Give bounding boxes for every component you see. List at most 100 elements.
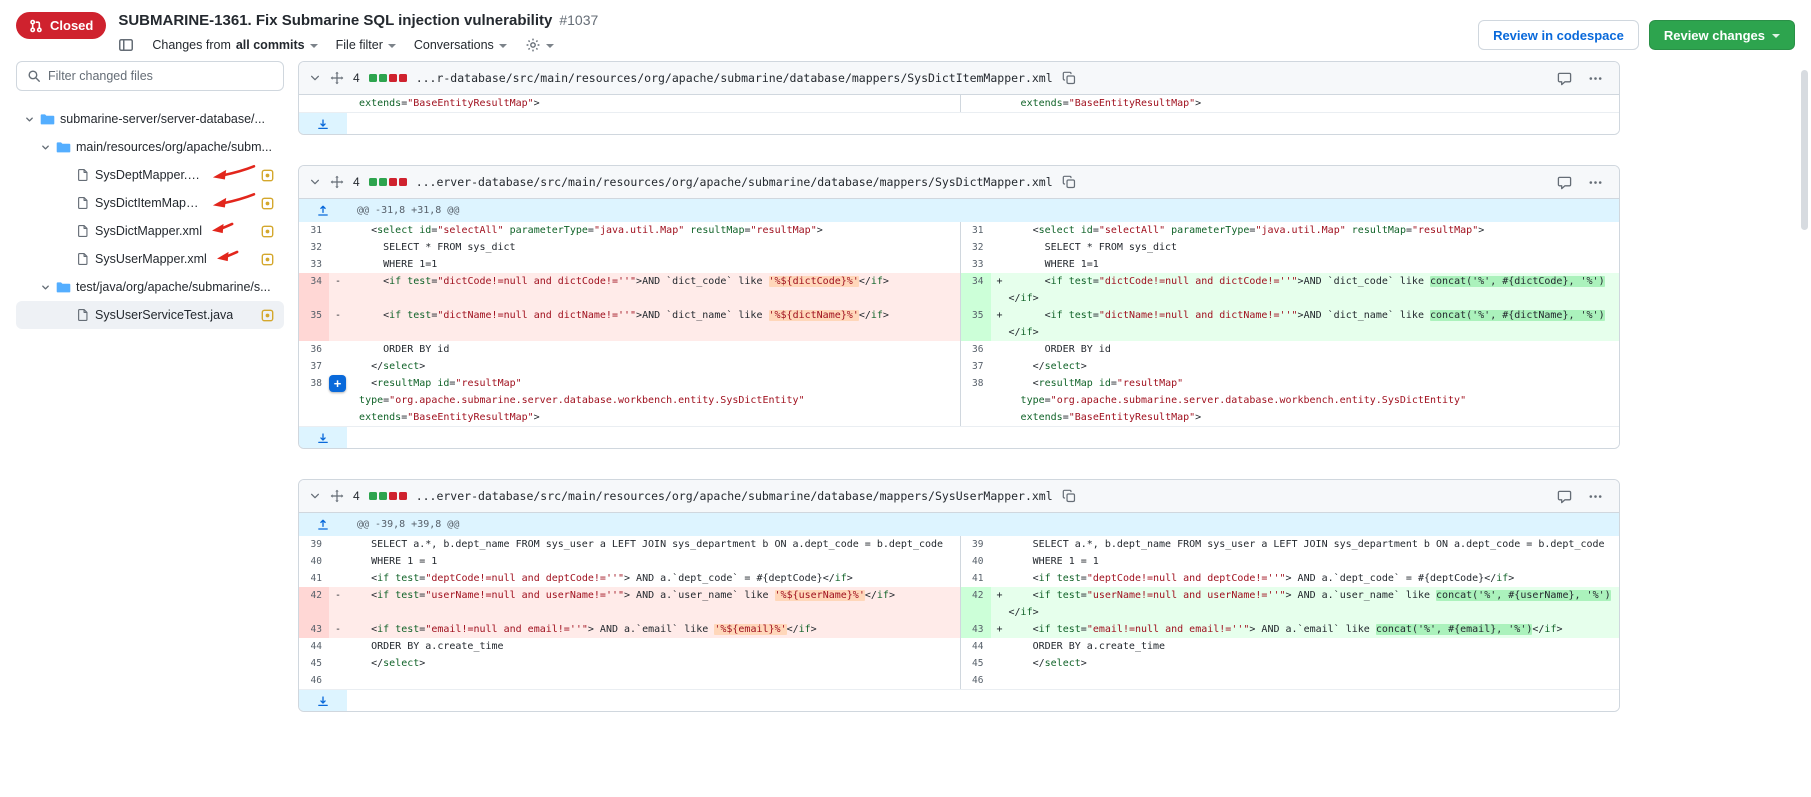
drag-handle-icon[interactable] (330, 71, 344, 85)
line-number[interactable]: 41 (299, 570, 329, 587)
file-filter-dropdown[interactable]: File filter (336, 38, 396, 52)
line-number[interactable] (961, 95, 991, 112)
code-line: <if test="deptCode!=null and deptCode!='… (347, 570, 960, 587)
diff-cell-left: 40 WHERE 1 = 1 (299, 553, 960, 570)
collapse-file-icon[interactable] (309, 72, 321, 84)
tree-folder-row[interactable]: test/java/org/apache/submarine/s... (16, 273, 284, 301)
line-number[interactable]: 34 (299, 273, 329, 307)
changes-from-dropdown[interactable]: Changes from all commits (152, 38, 317, 52)
line-number[interactable]: 38 (961, 375, 991, 426)
code-line: <resultMap id="resultMap" type="org.apac… (1009, 375, 1621, 426)
modified-file-icon (261, 253, 274, 266)
line-number[interactable]: 46 (299, 672, 329, 689)
diff-marker (991, 672, 1009, 689)
diff-marker (991, 222, 1009, 239)
line-number[interactable]: 32 (299, 239, 329, 256)
diff-body: @@ -39,8 +39,8 @@39 SELECT a.*, b.dept_n… (299, 513, 1619, 711)
line-number[interactable]: 39 (299, 536, 329, 553)
comment-icon[interactable] (1557, 71, 1572, 86)
diffstat-addition-square (369, 74, 377, 82)
tree-file-row[interactable]: SysUserServiceTest.java (16, 301, 284, 329)
expand-down-button[interactable] (299, 427, 347, 448)
code-line: WHERE 1=1 (1009, 256, 1621, 273)
kebab-menu-icon[interactable] (1588, 71, 1603, 86)
tree-file-row[interactable]: SysDeptMapper.xml (16, 161, 284, 189)
expand-hunk-button[interactable] (299, 513, 347, 536)
copy-path-icon[interactable] (1062, 489, 1076, 503)
line-number[interactable]: 38 (299, 375, 329, 426)
tree-file-row[interactable]: SysUserMapper.xml (16, 245, 284, 273)
sidebar-toggle-icon[interactable] (118, 37, 134, 53)
conversations-dropdown[interactable]: Conversations (414, 38, 507, 52)
kebab-menu-icon[interactable] (1588, 489, 1603, 504)
add-comment-button[interactable]: + (329, 375, 346, 392)
line-number[interactable]: 40 (961, 553, 991, 570)
line-number[interactable]: 45 (299, 655, 329, 672)
line-number[interactable]: 36 (299, 341, 329, 358)
file-icon (76, 224, 90, 238)
file-path[interactable]: ...r-database/src/main/resources/org/apa… (416, 71, 1053, 85)
diff-settings-dropdown[interactable] (525, 37, 554, 53)
line-number[interactable]: 35 (299, 307, 329, 341)
diff-cell-right: 33 WHERE 1=1 (960, 256, 1621, 273)
review-changes-button[interactable]: Review changes (1649, 20, 1795, 50)
drag-handle-icon[interactable] (330, 489, 344, 503)
code-line: SELECT * FROM sys_dict (1009, 239, 1621, 256)
line-number[interactable]: 36 (961, 341, 991, 358)
line-number[interactable] (299, 95, 329, 112)
copy-path-icon[interactable] (1062, 71, 1076, 85)
expand-down-button[interactable] (299, 690, 347, 711)
tree-file-row[interactable]: SysDictMapper.xml (16, 217, 284, 245)
copy-path-icon[interactable] (1062, 175, 1076, 189)
line-number[interactable]: 42 (961, 587, 991, 621)
line-number[interactable]: 44 (961, 638, 991, 655)
line-number[interactable]: 33 (961, 256, 991, 273)
collapse-file-icon[interactable] (309, 490, 321, 502)
line-number[interactable]: 31 (961, 222, 991, 239)
file-path[interactable]: ...erver-database/src/main/resources/org… (416, 175, 1053, 189)
expand-down-button[interactable] (299, 113, 347, 134)
comment-icon[interactable] (1557, 489, 1572, 504)
review-in-codespace-button[interactable]: Review in codespace (1478, 20, 1639, 50)
expand-row (299, 426, 1619, 448)
tree-folder-row[interactable]: submarine-server/server-database/... (16, 105, 284, 133)
line-number[interactable]: 40 (299, 553, 329, 570)
line-number[interactable]: 45 (961, 655, 991, 672)
page-scrollbar[interactable] (1801, 70, 1808, 230)
line-number[interactable]: 32 (961, 239, 991, 256)
line-number[interactable]: 34 (961, 273, 991, 307)
line-number[interactable]: 44 (299, 638, 329, 655)
line-number[interactable]: 41 (961, 570, 991, 587)
diff-row: 37 </select>37 </select> (299, 358, 1619, 375)
expand-hunk-button[interactable] (299, 199, 347, 222)
code-line: SELECT * FROM sys_dict (347, 239, 960, 256)
pr-number[interactable]: #1037 (559, 12, 598, 28)
code-line (1009, 672, 1621, 689)
line-number[interactable]: 43 (961, 621, 991, 638)
diffstat (369, 74, 407, 82)
annotation-arrow (210, 193, 256, 211)
line-number[interactable]: 39 (961, 536, 991, 553)
tree-item-label: submarine-server/server-database/... (60, 112, 265, 126)
collapse-file-icon[interactable] (309, 176, 321, 188)
search-icon (27, 69, 41, 83)
folder-icon (40, 112, 55, 127)
diff-file-header: 4...r-database/src/main/resources/org/ap… (299, 62, 1619, 95)
tree-folder-row[interactable]: main/resources/org/apache/subm... (16, 133, 284, 161)
line-number[interactable]: 37 (961, 358, 991, 375)
filter-changed-files-input[interactable] (48, 69, 273, 83)
line-number[interactable]: 33 (299, 256, 329, 273)
comment-icon[interactable] (1557, 175, 1572, 190)
diff-cell-right: 36 ORDER BY id (960, 341, 1621, 358)
file-path[interactable]: ...erver-database/src/main/resources/org… (416, 489, 1053, 503)
drag-handle-icon[interactable] (330, 175, 344, 189)
kebab-menu-icon[interactable] (1588, 175, 1603, 190)
line-number[interactable]: 37 (299, 358, 329, 375)
line-number[interactable]: 35 (961, 307, 991, 341)
tree-file-row[interactable]: SysDictItemMapper.xml (16, 189, 284, 217)
line-number[interactable]: 31 (299, 222, 329, 239)
line-number[interactable]: 42 (299, 587, 329, 621)
line-number[interactable]: 46 (961, 672, 991, 689)
line-number[interactable]: 43 (299, 621, 329, 638)
chevron-down-icon (499, 44, 507, 48)
